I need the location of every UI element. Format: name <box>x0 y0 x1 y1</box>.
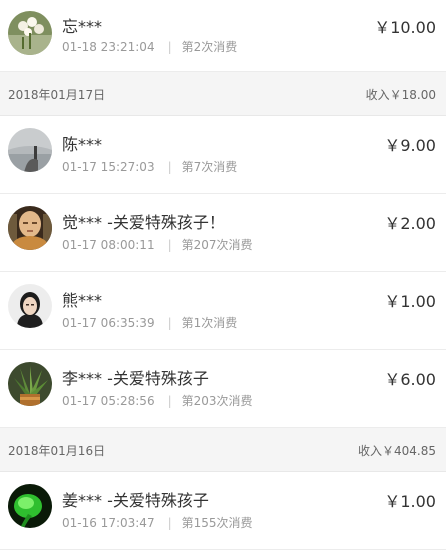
day-income: 收入￥404.85 <box>358 444 436 458</box>
meta-divider: | <box>167 160 172 174</box>
payer-name: 李*** -关爱特殊孩子 <box>62 369 209 388</box>
meta-divider: | <box>167 316 172 330</box>
payer-name: 熊*** <box>62 291 103 310</box>
payment-time: 01-18 23:21:04 <box>62 40 155 54</box>
meta-divider: | <box>167 40 172 54</box>
day-date: 2018年01月17日 <box>8 88 106 102</box>
payment-count: 第1次消费 <box>181 316 238 330</box>
payment-meta: 01-17 08:00:11 | 第207次消费 <box>62 236 253 253</box>
buddha-avatar <box>8 206 52 250</box>
transaction-row[interactable]: 李*** -关爱特殊孩子 01-17 05:28:56 | 第203次消费 ￥6.0… <box>0 350 446 428</box>
payment-count: 第207次消费 <box>181 238 253 252</box>
day-header: 2018年01月17日 收入￥18.00 <box>0 72 446 116</box>
meta-divider: | <box>167 238 172 252</box>
payment-meta: 01-16 17:03:47 | 第155次消费 <box>62 514 253 531</box>
flowers-avatar <box>8 11 52 55</box>
portrait-avatar <box>8 284 52 328</box>
transaction-row[interactable]: 熊*** 01-17 06:35:39 | 第1次消费 ￥1.00 <box>0 272 446 350</box>
payment-amount: ￥2.00 <box>384 214 436 233</box>
transaction-row[interactable]: 觉*** -关爱特殊孩子！ 01-17 08:00:11 | 第207次消费 ￥2.… <box>0 194 446 272</box>
payment-meta: 01-17 05:28:56 | 第203次消费 <box>62 392 253 409</box>
payment-count: 第7次消费 <box>181 160 238 174</box>
payment-count: 第2次消费 <box>181 40 238 54</box>
payment-time: 01-17 15:27:03 <box>62 160 155 174</box>
meta-divider: | <box>167 394 172 408</box>
day-income: 收入￥18.00 <box>365 88 436 102</box>
payment-amount: ￥1.00 <box>384 492 436 511</box>
payment-amount: ￥6.00 <box>384 370 436 389</box>
transaction-row[interactable]: 陈*** 01-17 15:27:03 | 第7次消费 ￥9.00 <box>0 116 446 194</box>
green-leaf-avatar <box>8 484 52 528</box>
payment-count: 第155次消费 <box>181 516 253 530</box>
payment-count: 第203次消费 <box>181 394 253 408</box>
transaction-row[interactable]: 姜*** -关爱特殊孩子 01-16 17:03:47 | 第155次消费 ￥1.0… <box>0 472 446 550</box>
meta-divider: | <box>167 516 172 530</box>
payer-name: 觉*** -关爱特殊孩子！ <box>62 213 225 232</box>
payment-amount: ￥1.00 <box>384 292 436 311</box>
payment-amount: ￥9.00 <box>384 136 436 155</box>
payer-name: 姜*** -关爱特殊孩子 <box>62 491 209 510</box>
payment-time: 01-17 05:28:56 <box>62 394 155 408</box>
payer-name: 陈*** <box>62 135 103 154</box>
transaction-list: 忘*** 01-18 23:21:04 | 第2次消费 ￥10.00 2018年01… <box>0 0 446 550</box>
transaction-row[interactable]: 忘*** 01-18 23:21:04 | 第2次消费 ￥10.00 <box>0 0 446 72</box>
day-date: 2018年01月16日 <box>8 444 106 458</box>
payer-name: 忘*** <box>62 17 103 36</box>
day-header: 2018年01月16日 收入￥404.85 <box>0 428 446 472</box>
payment-time: 01-16 17:03:47 <box>62 516 155 530</box>
plant-avatar <box>8 362 52 406</box>
payment-amount: ￥10.00 <box>374 18 436 37</box>
payment-meta: 01-17 15:27:03 | 第7次消费 <box>62 158 237 175</box>
payment-meta: 01-18 23:21:04 | 第2次消费 <box>62 38 237 55</box>
payment-meta: 01-17 06:35:39 | 第1次消费 <box>62 314 237 331</box>
payment-time: 01-17 08:00:11 <box>62 238 155 252</box>
payment-time: 01-17 06:35:39 <box>62 316 155 330</box>
lake-avatar <box>8 128 52 172</box>
